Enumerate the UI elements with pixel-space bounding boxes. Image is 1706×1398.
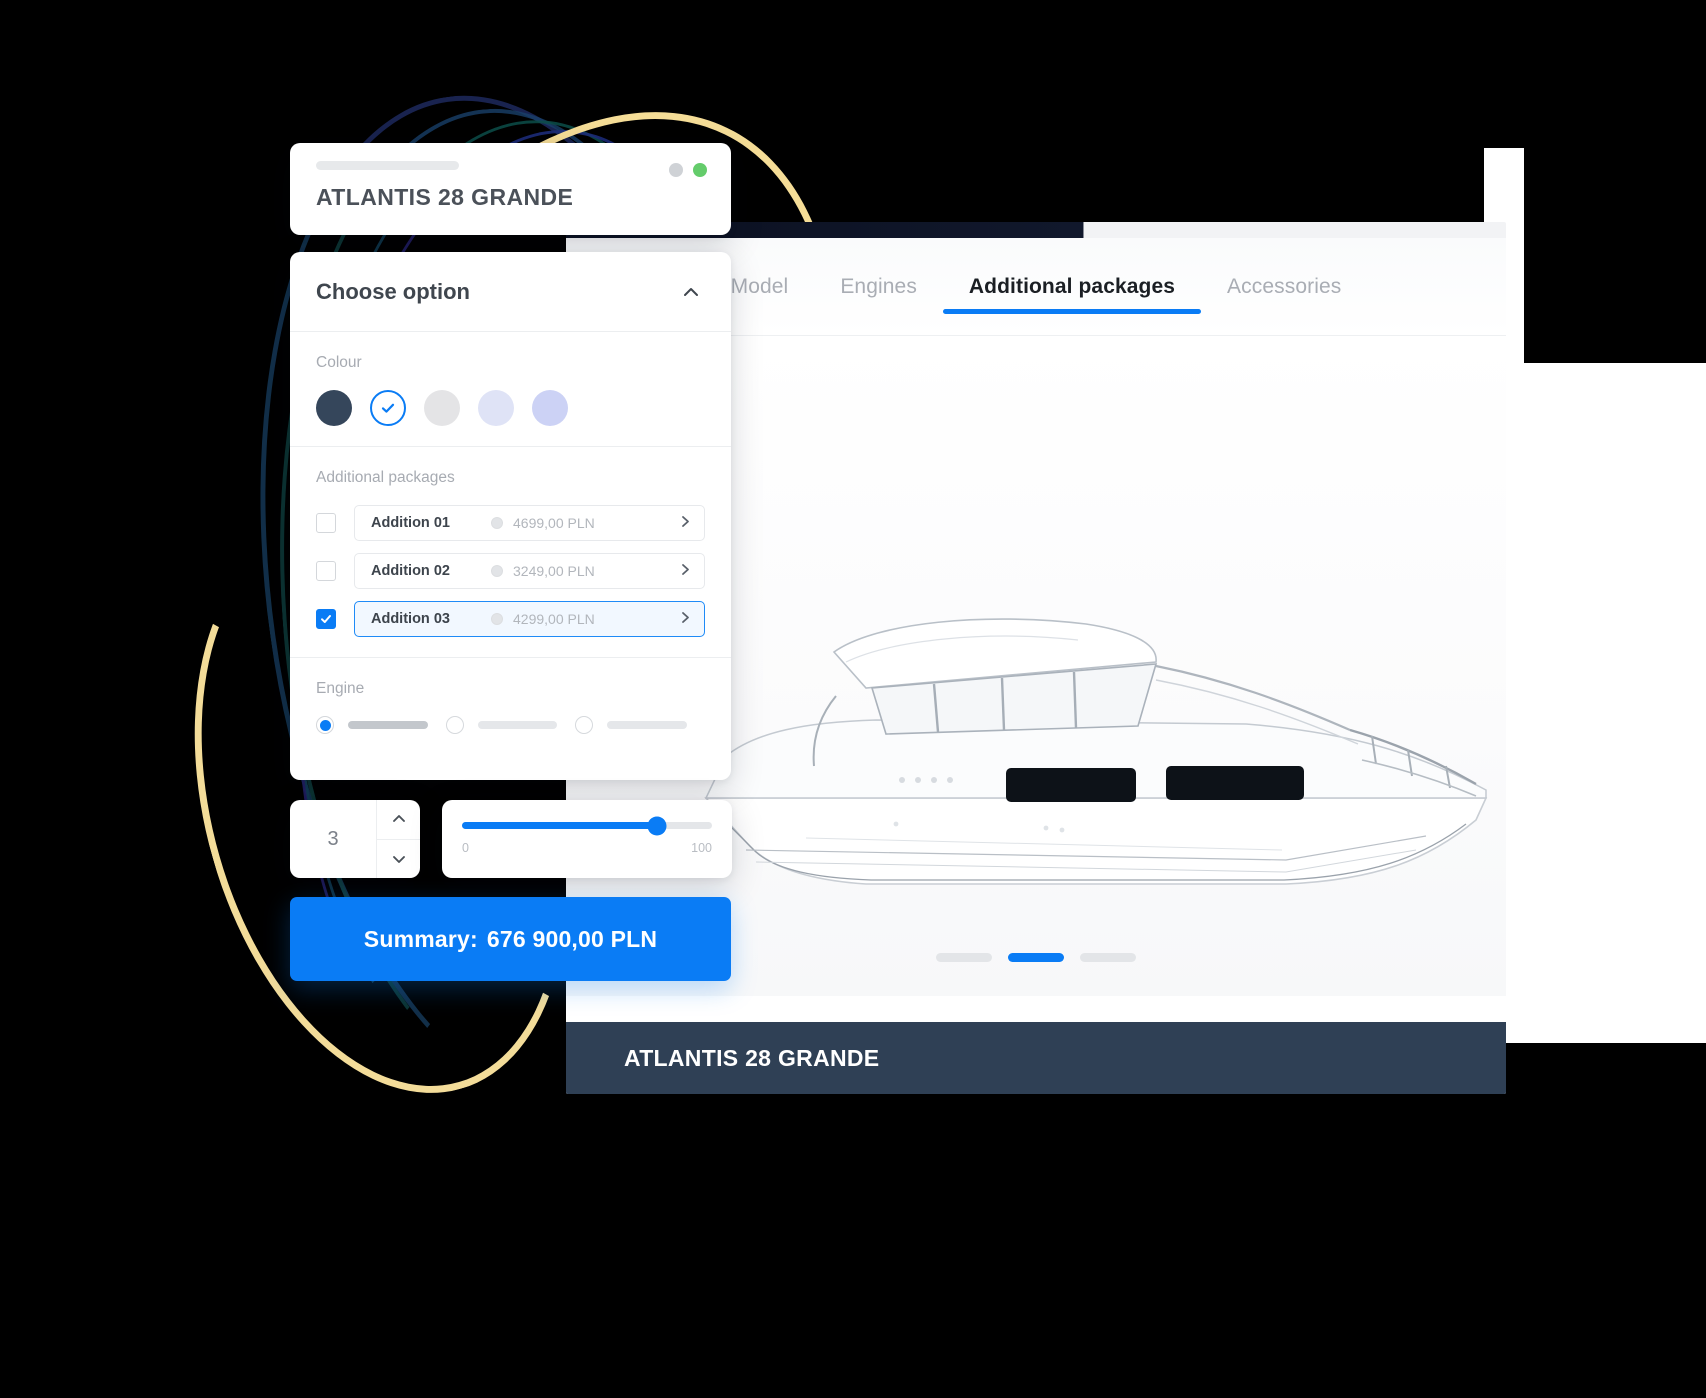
tab-accessories-label: Accessories <box>1227 274 1342 298</box>
window-dot-green-icon[interactable] <box>693 163 707 177</box>
range-slider-fill <box>462 822 657 829</box>
motor-yacht-svg <box>685 618 1488 885</box>
package-row: Addition 03 4299,00 PLN <box>316 601 705 637</box>
package-item-addition-01[interactable]: Addition 01 4699,00 PLN <box>354 505 705 541</box>
package-price: 4699,00 PLN <box>513 515 595 531</box>
engine-options <box>316 716 705 734</box>
package-item-addition-03[interactable]: Addition 03 4299,00 PLN <box>354 601 705 637</box>
radio-unselected-icon[interactable] <box>445 716 464 734</box>
colour-swatch-selected[interactable] <box>370 390 406 426</box>
engine-option-3[interactable] <box>575 716 705 734</box>
choose-option-card: Choose option Colour Additional packages… <box>290 252 731 780</box>
colour-swatch-dark-navy[interactable] <box>316 390 352 426</box>
check-icon <box>321 615 331 623</box>
page-dot-2[interactable] <box>1008 953 1064 962</box>
summary-label: Summary: <box>363 925 478 952</box>
quantity-stepper-buttons <box>376 800 420 878</box>
boat-image <box>685 584 1506 914</box>
chevron-up-icon[interactable] <box>677 278 705 306</box>
engine-section: Engine <box>290 658 731 754</box>
chevron-down-icon[interactable] <box>377 838 420 879</box>
package-name: Addition 01 <box>371 515 450 531</box>
additional-packages-label: Additional packages <box>316 469 455 486</box>
package-bullet-icon <box>491 565 503 577</box>
range-slider-card: 0 100 <box>442 800 732 878</box>
colour-section: Colour <box>290 332 731 447</box>
window-controls <box>669 163 707 177</box>
choose-option-header[interactable]: Choose option <box>290 252 731 332</box>
tab-engines-label: Engines <box>840 274 917 298</box>
tab-accessories[interactable]: Accessories <box>1201 238 1367 336</box>
package-checkbox-addition-03[interactable] <box>316 609 336 629</box>
range-slider-min-label: 0 <box>462 841 469 855</box>
range-slider-scale: 0 100 <box>462 841 712 855</box>
package-price: 3249,00 PLN <box>513 563 595 579</box>
bottom-bar-title: ATLANTIS 28 GRANDE <box>624 1044 880 1071</box>
colour-swatch-periwinkle[interactable] <box>532 390 568 426</box>
summary-amount: 676 900,00 PLN <box>486 925 658 952</box>
chevron-right-icon[interactable] <box>679 515 692 532</box>
package-row: Addition 02 3249,00 PLN <box>316 553 705 589</box>
choose-option-label: Choose option <box>316 278 470 304</box>
colour-swatches <box>316 390 705 426</box>
page-dot-1[interactable] <box>936 953 992 962</box>
tab-additional-packages[interactable]: Additional packages <box>942 238 1202 336</box>
quantity-stepper-value[interactable]: 3 <box>290 800 376 878</box>
package-checkbox-addition-02[interactable] <box>316 561 336 581</box>
colour-swatch-pale-lavender[interactable] <box>478 390 514 426</box>
package-bullet-icon <box>491 613 503 625</box>
package-price: 4299,00 PLN <box>513 611 595 627</box>
radio-unselected-icon[interactable] <box>575 716 594 734</box>
radio-selected-icon[interactable] <box>316 716 334 734</box>
tab-model-label: Model <box>730 274 789 298</box>
screenshot-root: Model Engines Additional packages Access… <box>0 0 1706 1398</box>
title-placeholder-bar <box>316 161 459 170</box>
engine-label: Engine <box>316 680 365 697</box>
quantity-stepper: 3 <box>290 800 420 878</box>
model-title-card: ATLANTIS 28 GRANDE <box>290 143 731 235</box>
package-bullet-icon <box>491 517 503 529</box>
engine-option-3-placeholder <box>607 721 688 729</box>
chevron-right-icon[interactable] <box>679 563 692 580</box>
engine-option-1-placeholder <box>348 721 428 729</box>
package-name: Addition 03 <box>371 611 450 627</box>
tab-additional-packages-label: Additional packages <box>968 274 1176 298</box>
engine-option-2-placeholder <box>477 721 558 729</box>
package-name: Addition 02 <box>371 563 450 579</box>
model-name: ATLANTIS 28 GRANDE <box>316 184 574 210</box>
range-slider-max-label: 100 <box>691 841 712 855</box>
right-panel-bottom <box>1500 363 1706 1043</box>
summary-button[interactable]: Summary: 676 900,00 PLN <box>290 897 731 981</box>
package-checkbox-addition-01[interactable] <box>316 513 336 533</box>
range-slider[interactable] <box>462 816 712 835</box>
colour-label: Colour <box>316 354 362 371</box>
package-row: Addition 01 4699,00 PLN <box>316 505 705 541</box>
check-icon <box>381 403 395 413</box>
colour-swatch-light-grey[interactable] <box>424 390 460 426</box>
engine-option-2[interactable] <box>445 716 576 734</box>
additional-packages-section: Additional packages Addition 01 4699,00 … <box>290 447 731 658</box>
chevron-up-icon[interactable] <box>377 800 420 839</box>
window-bottom-bar: ATLANTIS 28 GRANDE <box>566 1022 1506 1094</box>
chevron-right-icon[interactable] <box>679 611 692 628</box>
engine-option-1[interactable] <box>316 716 446 734</box>
range-slider-thumb[interactable] <box>647 816 667 835</box>
tab-engines[interactable]: Engines <box>814 238 943 336</box>
page-dot-3[interactable] <box>1080 953 1136 962</box>
package-item-addition-02[interactable]: Addition 02 3249,00 PLN <box>354 553 705 589</box>
window-dot-grey-icon[interactable] <box>669 163 683 177</box>
